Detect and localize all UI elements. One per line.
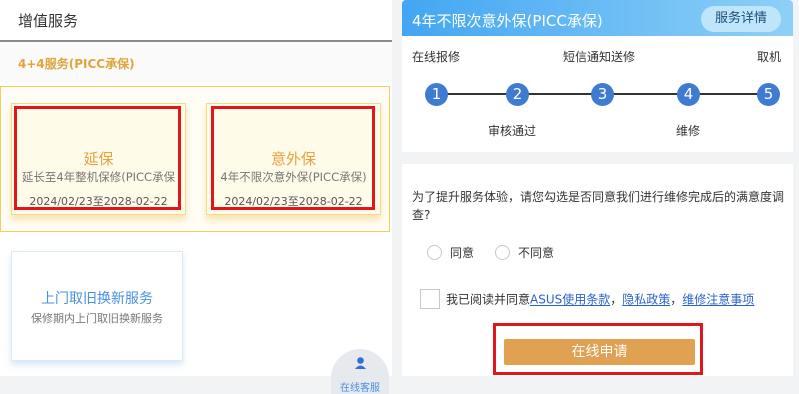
step-node: 3	[591, 83, 614, 106]
step-node: 1	[425, 83, 448, 106]
application-form: 为了提升服务体验，请您勾选是否同意我们进行维修完成后的满意度调查? 同意 不同意…	[402, 164, 793, 394]
radio-label: 同意	[450, 246, 475, 260]
panel-footer	[402, 376, 793, 394]
step-label: 在线报修	[412, 50, 461, 64]
step-node: 2	[506, 83, 529, 106]
highlight-box: 在线申请	[493, 323, 703, 375]
package-name: 4+4服务(PICC承保)	[18, 57, 135, 71]
apply-online-button[interactable]: 在线申请	[504, 339, 695, 365]
radio-circle[interactable]	[495, 245, 510, 260]
card-title: 意外保	[270, 150, 316, 168]
repair-notes-link[interactable]: 维修注意事项	[682, 293, 754, 307]
card-title: 延保	[83, 150, 114, 168]
radio-disagree[interactable]: 不同意	[495, 244, 554, 260]
card-description: 4年不限次意外保(PICC承保)	[220, 170, 367, 184]
card-description: 延长至4年整机保修(PICC承保	[21, 170, 176, 184]
step-label: 短信通知送修	[563, 50, 636, 64]
repair-process-section: 4年不限次意外保(PICC承保) 服务详情 在线报修 短信通知送修 取机 1 2…	[402, 0, 793, 152]
survey-question: 为了提升服务体验，请您勾选是否同意我们进行维修完成后的满意度调查?	[412, 190, 785, 222]
card-date-range: 2024/02/23至2028-02-22	[224, 195, 363, 208]
step-label: 取机	[757, 50, 782, 64]
agreement-row: 我已阅读并同意ASUS使用条款，隐私政策，维修注意事项	[420, 289, 754, 309]
service-details-button[interactable]: 服务详情	[701, 6, 781, 32]
section-title: 增值服务	[18, 12, 79, 30]
door-service-description: 保修期内上门取旧换新服务	[31, 312, 163, 325]
step-label: 审核通过	[488, 124, 537, 138]
radio-label: 不同意	[518, 246, 555, 260]
door-service-title: 上门取旧换新服务	[41, 291, 153, 307]
service-banner: 4年不限次意外保(PICC承保) 服务详情	[402, 0, 793, 36]
agreement-prefix: 我已阅读并同意	[446, 292, 531, 307]
customer-service-icon	[355, 357, 366, 369]
value-added-services-panel: 增值服务 4+4服务(PICC承保) 延保 延长至4年整机保修(PICC承保 2…	[0, 0, 392, 394]
step-node: 5	[757, 83, 780, 106]
extended-warranty-card[interactable]: 延保 延长至4年整机保修(PICC承保 2024/02/23至2028-02-2…	[11, 103, 186, 215]
service-detail-panel: 4年不限次意外保(PICC承保) 服务详情 在线报修 短信通知送修 取机 1 2…	[397, 0, 799, 394]
terms-link[interactable]: ASUS使用条款	[530, 293, 610, 307]
accident-protection-card[interactable]: 意外保 4年不限次意外保(PICC承保) 2024/02/23至2028-02-…	[206, 103, 381, 215]
package-card-area: 延保 延长至4年整机保修(PICC承保 2024/02/23至2028-02-2…	[0, 86, 390, 232]
package-header: 4+4服务(PICC承保)	[0, 42, 392, 82]
online-customer-service-button[interactable]: 在线客服	[331, 349, 389, 394]
customer-service-label: 在线客服	[340, 383, 380, 394]
agreement-checkbox[interactable]	[420, 289, 440, 309]
door-service-card[interactable]: 上门取旧换新服务 保修期内上门取旧换新服务	[11, 251, 183, 361]
banner-title: 4年不限次意外保(PICC承保)	[412, 12, 603, 30]
step-label: 维修	[676, 124, 701, 138]
separator: ，	[610, 292, 623, 307]
step-node: 4	[677, 83, 700, 106]
radio-circle[interactable]	[427, 245, 442, 260]
privacy-link[interactable]: 隐私政策	[622, 293, 670, 307]
separator: ，	[670, 292, 683, 307]
radio-agree[interactable]: 同意	[427, 244, 474, 260]
card-date-range: 2024/02/23至2028-02-22	[29, 195, 168, 208]
